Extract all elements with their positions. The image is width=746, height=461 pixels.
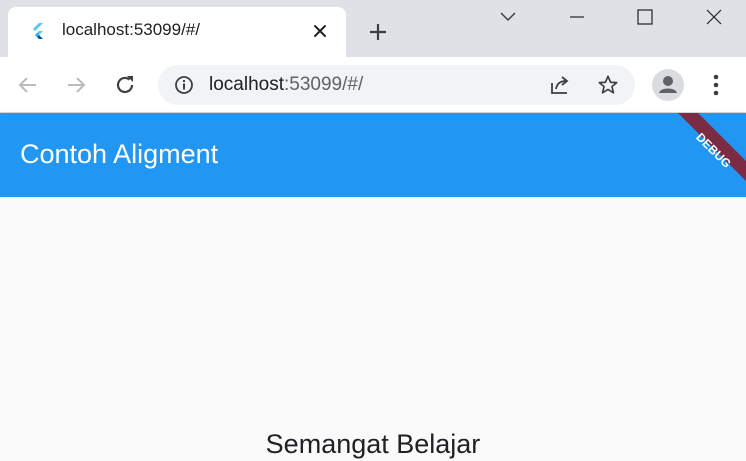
profile-avatar-icon[interactable] <box>652 69 684 101</box>
reload-icon[interactable] <box>109 69 141 101</box>
address-bar[interactable]: localhost:53099/#/ <box>158 65 635 105</box>
app-body: Semangat Belajar <box>0 197 746 461</box>
url-path: :53099/#/ <box>284 74 364 95</box>
back-arrow-icon[interactable] <box>12 69 44 101</box>
debug-banner-label: DEBUG <box>693 130 734 171</box>
browser-tab[interactable]: localhost:53099/#/ <box>8 7 346 57</box>
minimize-icon[interactable] <box>563 4 591 30</box>
app-bar: Contoh Aligment DEBUG <box>0 113 746 197</box>
url-host: localhost <box>209 74 284 95</box>
url-text[interactable]: localhost:53099/#/ <box>209 74 363 96</box>
browser-window: localhost:53099/#/ localhost:53099/#/ Co… <box>0 0 746 461</box>
tab-title: localhost:53099/#/ <box>62 20 200 39</box>
tab-close-icon[interactable] <box>310 21 330 41</box>
browser-toolbar: localhost:53099/#/ <box>0 57 746 113</box>
bookmark-star-icon[interactable] <box>596 73 620 97</box>
flutter-logo-icon <box>30 22 48 40</box>
app-bar-title: Contoh Aligment <box>20 139 219 169</box>
share-icon[interactable] <box>548 73 572 97</box>
browser-menu-icon[interactable] <box>704 69 728 101</box>
tab-strip: localhost:53099/#/ <box>0 0 746 57</box>
maximize-icon[interactable] <box>631 4 659 30</box>
close-window-icon[interactable] <box>700 4 728 30</box>
new-tab-icon[interactable] <box>366 20 390 44</box>
site-info-icon[interactable] <box>174 75 194 95</box>
body-text: Semangat Belajar <box>265 429 481 459</box>
tab-search-chevron-icon[interactable] <box>494 4 522 30</box>
forward-arrow-icon[interactable] <box>60 69 92 101</box>
